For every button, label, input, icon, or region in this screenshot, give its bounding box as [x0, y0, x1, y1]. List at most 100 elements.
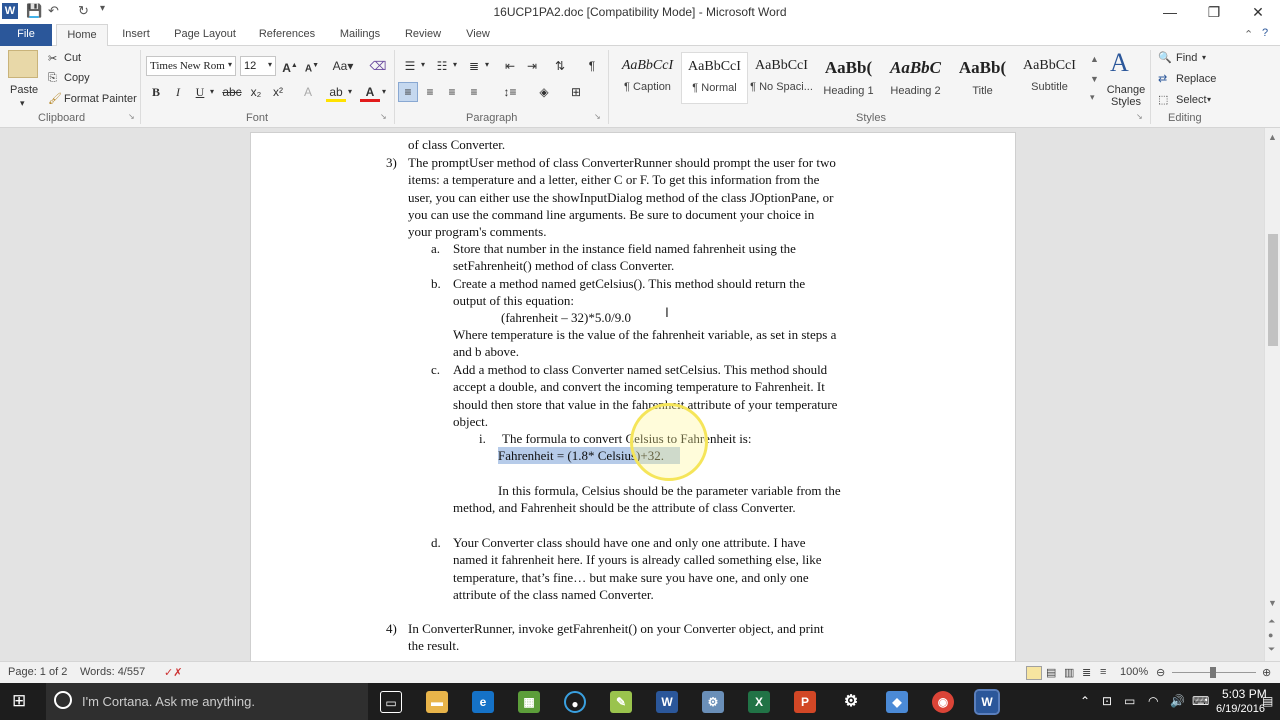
style-tile[interactable]: AaBbCcI ¶ Normal [681, 52, 748, 104]
select-dropdown-icon[interactable]: ▾ [1207, 95, 1211, 104]
shrink-font-icon[interactable]: A▼ [302, 56, 322, 76]
find-dropdown-icon[interactable]: ▾ [1202, 53, 1206, 62]
excel-icon[interactable]: X [748, 691, 770, 713]
media-player-icon[interactable]: ● [564, 691, 586, 713]
battery-icon[interactable]: ▭ [1124, 683, 1135, 720]
powerpoint-icon[interactable]: P [794, 691, 816, 713]
strikethrough-icon[interactable]: abc [222, 82, 242, 102]
proofing-icon[interactable]: ✓✗ [164, 666, 182, 679]
bold-icon[interactable]: B [146, 82, 166, 102]
notepad-icon[interactable]: ✎ [610, 691, 632, 713]
borders-icon[interactable]: ⊞ [566, 82, 586, 102]
file-explorer-icon[interactable]: ▬ [426, 691, 448, 713]
multilevel-list-icon[interactable]: ≣ [464, 56, 484, 76]
tab-mailings[interactable]: Mailings [330, 24, 390, 46]
shading-icon[interactable]: ◈ [534, 82, 554, 102]
bullets-icon[interactable]: ☰ [400, 56, 420, 76]
copy-button[interactable]: Copy [64, 72, 90, 84]
styles-scroll-up-icon[interactable]: ▲ [1090, 54, 1099, 64]
font-launcher-icon[interactable]: ↘ [380, 112, 387, 121]
document-area[interactable]: of class Converter. 3) The promptUser me… [0, 128, 1264, 661]
change-styles-icon[interactable]: A [1110, 48, 1129, 78]
edge-icon[interactable]: e [472, 691, 494, 713]
replace-icon[interactable]: ⇄ [1158, 72, 1167, 85]
tab-file[interactable]: File [0, 24, 52, 46]
font-size-dropdown-icon[interactable]: ▾ [268, 60, 272, 69]
decrease-indent-icon[interactable]: ⇤ [500, 56, 520, 76]
style-tile[interactable]: AaBbC Heading 2 [882, 52, 949, 104]
format-painter-icon[interactable]: 🖌 [48, 92, 62, 105]
underline-dropdown-icon[interactable]: ▾ [210, 87, 214, 96]
find-icon[interactable]: 🔍 [1158, 51, 1172, 64]
show-hidden-icons-icon[interactable]: ⌃ [1080, 683, 1090, 720]
document-page[interactable]: of class Converter. 3) The promptUser me… [250, 132, 1016, 661]
zoom-level[interactable]: 100% [1120, 666, 1148, 678]
select-button[interactable]: Select [1176, 94, 1207, 106]
chrome-icon[interactable]: ◉ [932, 691, 954, 713]
tab-insert[interactable]: Insert [112, 24, 160, 46]
tab-references[interactable]: References [252, 24, 322, 46]
clock-time[interactable]: 5:03 PM [1222, 687, 1267, 701]
minimize-button[interactable]: — [1150, 2, 1190, 22]
font-color-icon[interactable]: A [360, 82, 380, 102]
highlight-dropdown-icon[interactable]: ▾ [348, 87, 352, 96]
select-icon[interactable]: ⬚ [1158, 93, 1168, 106]
web-layout-icon[interactable]: ▥ [1064, 666, 1074, 679]
numbering-icon[interactable]: ☷ [432, 56, 452, 76]
virtualbox-icon[interactable]: ◆ [886, 691, 908, 713]
styles-launcher-icon[interactable]: ↘ [1136, 112, 1143, 121]
calculator-icon[interactable]: ▦ [518, 691, 540, 713]
outline-icon[interactable]: ≣ [1082, 666, 1091, 679]
text-effects-icon[interactable]: A [298, 82, 318, 102]
page-count[interactable]: Page: 1 of 2 [8, 666, 67, 678]
underline-icon[interactable]: U [190, 82, 210, 102]
multilevel-dropdown-icon[interactable]: ▾ [485, 60, 489, 69]
maximize-button[interactable]: ❐ [1194, 2, 1234, 22]
sort-icon[interactable]: ⇅ [550, 56, 570, 76]
next-page-icon[interactable]: ⏷ [1268, 644, 1275, 655]
align-center-icon[interactable]: ≡ [420, 82, 440, 102]
style-tile[interactable]: AaBbCcI ¶ Caption [614, 52, 681, 104]
increase-indent-icon[interactable]: ⇥ [522, 56, 542, 76]
font-color-dropdown-icon[interactable]: ▾ [382, 87, 386, 96]
word-count[interactable]: Words: 4/557 [80, 666, 145, 678]
keyboard-icon[interactable]: ⌨ [1192, 683, 1209, 720]
cortana-icon[interactable] [54, 691, 72, 709]
style-tile[interactable]: AaBbCcI ¶ No Spaci... [748, 52, 815, 104]
cut-button[interactable]: Cut [64, 52, 81, 64]
zoom-out-icon[interactable]: ⊖ [1156, 666, 1165, 679]
line-spacing-icon[interactable]: ↕≡ [500, 82, 520, 102]
superscript-icon[interactable]: x² [268, 82, 288, 102]
clock-date[interactable]: 6/19/2016 [1216, 702, 1265, 716]
style-tile[interactable]: AaBb(Heading 1 [815, 52, 882, 104]
subscript-icon[interactable]: x₂ [246, 82, 266, 102]
tab-home[interactable]: Home [56, 24, 108, 47]
zoom-in-icon[interactable]: ⊕ [1262, 666, 1271, 679]
scroll-up-icon[interactable]: ▲ [1268, 132, 1277, 142]
bullets-dropdown-icon[interactable]: ▾ [421, 60, 425, 69]
minimize-ribbon-icon[interactable]: ⌃ [1244, 28, 1253, 41]
align-left-icon[interactable]: ≡ [398, 82, 418, 102]
print-layout-icon[interactable] [1026, 666, 1042, 680]
italic-icon[interactable]: I [168, 82, 188, 102]
vertical-scrollbar[interactable]: ▲ ▼ ⏶ ● ⏷ [1264, 128, 1280, 661]
style-tile[interactable]: AaBbCcI Subtitle [1016, 52, 1083, 104]
grow-font-icon[interactable]: A▲ [280, 56, 300, 76]
zoom-slider-thumb[interactable] [1210, 667, 1216, 678]
scroll-down-icon[interactable]: ▼ [1268, 598, 1277, 608]
volume-icon[interactable]: 🔊 [1170, 683, 1185, 720]
previous-page-icon[interactable]: ⏶ [1268, 616, 1275, 627]
format-painter-button[interactable]: Format Painter [64, 93, 137, 105]
help-icon[interactable]: ? [1262, 27, 1268, 39]
paste-dropdown-icon[interactable]: ▾ [20, 98, 25, 109]
wifi-icon[interactable]: ◠ [1148, 683, 1158, 720]
justify-icon[interactable]: ≡ [464, 82, 484, 102]
paragraph-launcher-icon[interactable]: ↘ [594, 112, 601, 121]
style-tile[interactable]: AaBb(Title [949, 52, 1016, 104]
draft-icon[interactable]: ≡ [1100, 666, 1106, 678]
clear-formatting-icon[interactable]: ⌫ [368, 56, 388, 76]
show-formatting-icon[interactable]: ¶ [582, 56, 602, 76]
replace-button[interactable]: Replace [1176, 73, 1216, 85]
change-case-icon[interactable]: Aa▾ [330, 56, 356, 76]
numbering-dropdown-icon[interactable]: ▾ [453, 60, 457, 69]
